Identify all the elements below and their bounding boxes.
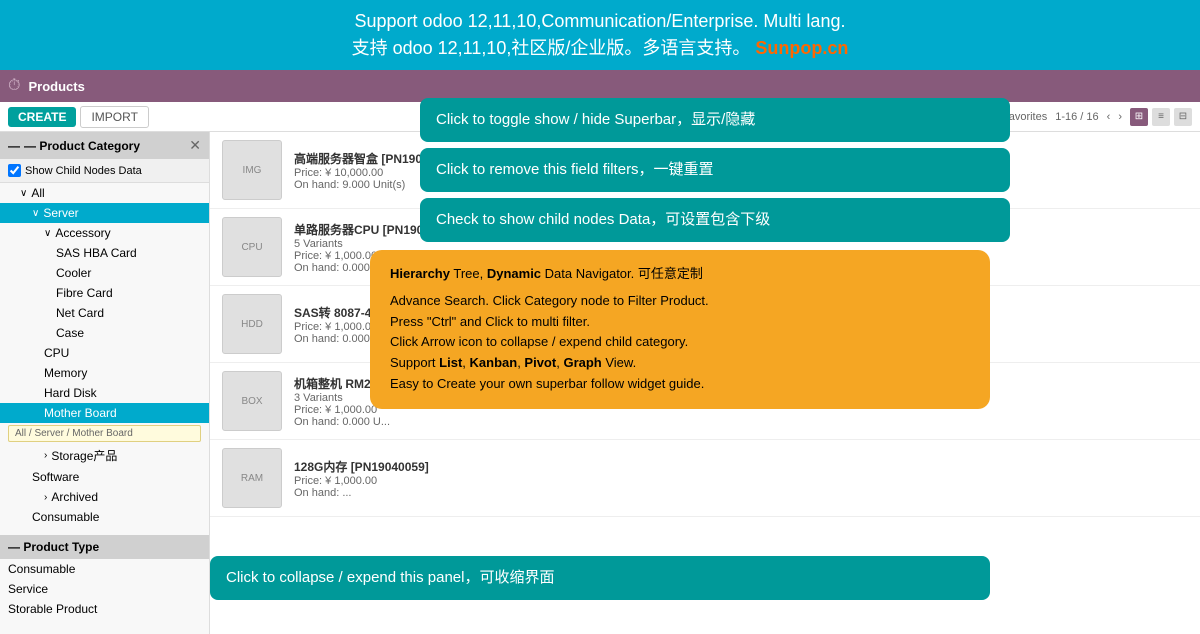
- show-child-checkbox[interactable]: [8, 164, 21, 177]
- tree-label-case: Case: [56, 326, 84, 340]
- product-thumb-3: BOX: [222, 371, 282, 431]
- list-view-button[interactable]: ≡: [1152, 108, 1170, 126]
- tooltip-show-child-text: Check to show child nodes Data，可设置包含下级: [436, 211, 770, 228]
- category-close-button[interactable]: ✕: [189, 137, 201, 154]
- next-page-button[interactable]: ›: [1118, 111, 1122, 123]
- product-stock-4: On hand: ...: [294, 487, 1188, 499]
- pagination: 1-16 / 16: [1055, 111, 1098, 123]
- top-banner: Support odoo 12,11,10,Communication/Ente…: [0, 0, 1200, 70]
- tree-item-server[interactable]: ∨ Server: [0, 203, 209, 223]
- product-stock-3: On hand: 0.000 U...: [294, 416, 1188, 428]
- all-arrow: ∨: [20, 188, 27, 199]
- type-label-service: Service: [8, 582, 48, 596]
- tree-label-software: Software: [32, 470, 79, 484]
- nav-title: Products: [28, 79, 84, 94]
- tree-label-harddisk: Hard Disk: [44, 386, 97, 400]
- view-icons: ⊞ ≡ ⊟: [1130, 108, 1192, 126]
- tooltip-orange: Hierarchy Tree, Dynamic Data Navigator. …: [370, 250, 990, 409]
- tree-label-server: Server: [43, 206, 78, 220]
- tooltip-collapse: Click to collapse / expend this panel，可收…: [210, 556, 990, 600]
- type-header-label: — Product Type: [8, 540, 99, 554]
- tree-item-netcard[interactable]: Net Card: [0, 303, 209, 323]
- tree-item-cpu[interactable]: CPU: [0, 343, 209, 363]
- orange-line-3: Click Arrow icon to collapse / expend ch…: [390, 332, 970, 353]
- category-section-header[interactable]: — — Product Category ✕: [0, 132, 209, 159]
- tree-label-consumable: Consumable: [32, 510, 99, 524]
- product-row-4[interactable]: RAM 128G内存 [PN19040059] Price: ¥ 1,000.0…: [210, 440, 1200, 517]
- breadcrumb: All / Server / Mother Board: [8, 425, 201, 442]
- product-info-4: 128G内存 [PN19040059] Price: ¥ 1,000.00 On…: [294, 458, 1188, 499]
- tree-item-harddisk[interactable]: Hard Disk: [0, 383, 209, 403]
- create-button[interactable]: CREATE: [8, 107, 76, 127]
- orange-title: Hierarchy Tree, Dynamic Data Navigator. …: [390, 264, 970, 285]
- tree-label-memory: Memory: [44, 366, 87, 380]
- category-tree: ∨ All ∨ Server ∨ Accessory SAS HBA Card …: [0, 183, 209, 527]
- orange-line-5: Easy to Create your own superbar follow …: [390, 374, 970, 395]
- brand-link[interactable]: Sunpop.cn: [755, 38, 848, 58]
- type-label-storable: Storable Product: [8, 602, 97, 616]
- server-arrow: ∨: [32, 208, 39, 219]
- tree-label-netcard: Net Card: [56, 306, 104, 320]
- product-thumb-1: CPU: [222, 217, 282, 277]
- tree-item-memory[interactable]: Memory: [0, 363, 209, 383]
- tree-label-sas: SAS HBA Card: [56, 246, 137, 260]
- product-thumb-4: RAM: [222, 448, 282, 508]
- tree-item-consumable[interactable]: Consumable: [0, 507, 209, 527]
- tree-label-accessory: Accessory: [55, 226, 110, 240]
- category-header-label: — Product Category: [24, 139, 189, 153]
- product-thumb-2: HDD: [222, 294, 282, 354]
- type-consumable[interactable]: Consumable: [0, 559, 209, 579]
- show-child-label[interactable]: Show Child Nodes Data: [25, 165, 142, 177]
- clock-icon: ⏱: [8, 77, 20, 95]
- grid-view-button[interactable]: ⊟: [1174, 108, 1192, 126]
- kanban-view-button[interactable]: ⊞: [1130, 108, 1148, 126]
- category-collapse-icon: —: [8, 139, 20, 153]
- type-service[interactable]: Service: [0, 579, 209, 599]
- tree-item-all[interactable]: ∨ All: [0, 183, 209, 203]
- tree-item-archived[interactable]: › Archived: [0, 487, 209, 507]
- tooltip-toggle-text: Click to toggle show / hide Superbar，显示/…: [436, 111, 755, 128]
- tooltip-collapse-text: Click to collapse / expend this panel，可收…: [226, 569, 554, 586]
- product-price-4: Price: ¥ 1,000.00: [294, 475, 1188, 487]
- import-button[interactable]: IMPORT: [80, 106, 148, 128]
- product-type-header[interactable]: — Product Type: [0, 535, 209, 559]
- orange-line-2: Press "Ctrl" and Click to multi filter.: [390, 312, 970, 333]
- tree-item-fibre[interactable]: Fibre Card: [0, 283, 209, 303]
- storage-arrow: ›: [44, 450, 47, 461]
- banner-line1: Support odoo 12,11,10,Communication/Ente…: [16, 8, 1184, 35]
- archived-arrow: ›: [44, 492, 47, 503]
- tree-label-fibre: Fibre Card: [56, 286, 113, 300]
- tree-item-motherboard[interactable]: Mother Board: [0, 403, 209, 423]
- tree-label-archived: Archived: [51, 490, 98, 504]
- tooltip-remove-filter-text: Click to remove this field filters，一键重置: [436, 161, 714, 178]
- tree-item-accessory[interactable]: ∨ Accessory: [0, 223, 209, 243]
- sidebar: — — Product Category ✕ Show Child Nodes …: [0, 132, 210, 634]
- tree-item-cooler[interactable]: Cooler: [0, 263, 209, 283]
- banner-line2: 支持 odoo 12,11,10,社区版/企业版。多语言支持。 Sunpop.c…: [16, 35, 1184, 62]
- tree-item-case[interactable]: Case: [0, 323, 209, 343]
- tree-item-sas[interactable]: SAS HBA Card: [0, 243, 209, 263]
- tooltip-remove-filter: Click to remove this field filters，一键重置: [420, 148, 1010, 192]
- accessory-arrow: ∨: [44, 228, 51, 239]
- type-storable[interactable]: Storable Product: [0, 599, 209, 619]
- orange-line-1: Advance Search. Click Category node to F…: [390, 291, 970, 312]
- tree-label-cooler: Cooler: [56, 266, 91, 280]
- tree-label-motherboard: Mother Board: [44, 406, 117, 420]
- tree-label-storage: Storage产品: [51, 447, 117, 464]
- prev-page-button[interactable]: ‹: [1107, 111, 1111, 123]
- type-label-consumable: Consumable: [8, 562, 75, 576]
- tree-label-cpu: CPU: [44, 346, 69, 360]
- tree-item-software[interactable]: Software: [0, 467, 209, 487]
- tooltip-toggle: Click to toggle show / hide Superbar，显示/…: [420, 98, 1010, 142]
- tree-label-all: All: [31, 186, 44, 200]
- tooltip-show-child: Check to show child nodes Data，可设置包含下级: [420, 198, 1010, 242]
- tree-item-storage[interactable]: › Storage产品: [0, 444, 209, 467]
- product-name-4: 128G内存 [PN19040059]: [294, 458, 1188, 475]
- product-type-section: — Product Type Consumable Service Storab…: [0, 535, 209, 619]
- product-thumb-0: IMG: [222, 140, 282, 200]
- show-child-nodes-row: Show Child Nodes Data: [0, 159, 209, 183]
- orange-line-4: Support List, Kanban, Pivot, Graph View.: [390, 353, 970, 374]
